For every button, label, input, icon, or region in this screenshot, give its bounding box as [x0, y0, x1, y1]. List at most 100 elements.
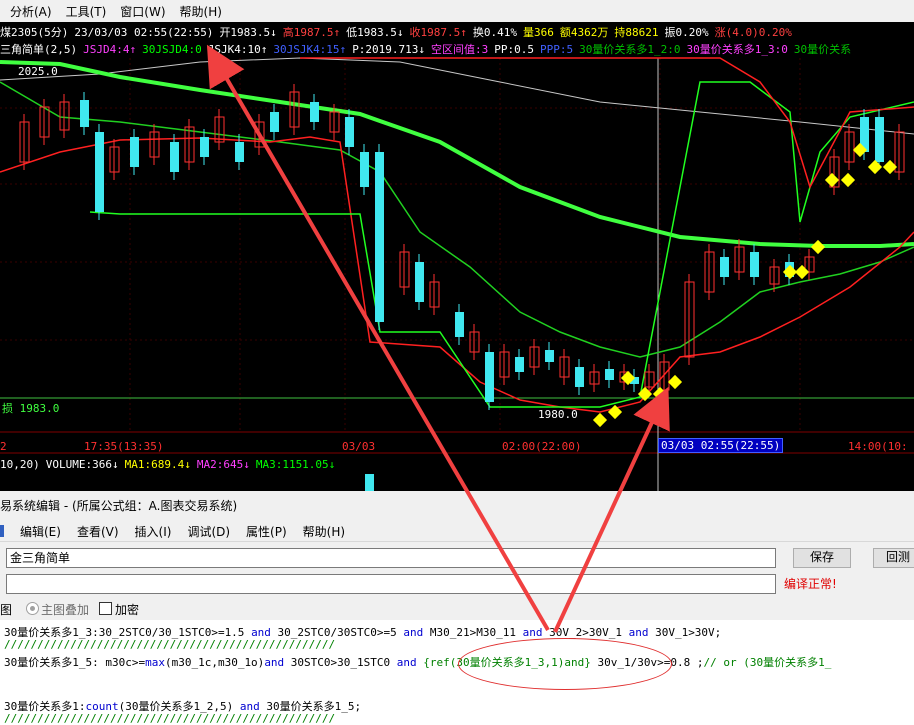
candle-body [200, 137, 209, 157]
backtest-button[interactable]: 回测 [873, 548, 914, 568]
candle-body [720, 257, 729, 277]
encrypt-checkbox[interactable] [99, 602, 112, 615]
compile-status: 编译正常! [784, 577, 837, 591]
diamond-arrow-icon [652, 386, 668, 402]
candle-body [515, 357, 524, 372]
editor-menu-view[interactable]: 查看(V) [77, 523, 119, 540]
candle-body [310, 102, 319, 122]
candle-body [485, 352, 494, 402]
candle-body [545, 350, 554, 362]
menu-help[interactable]: 帮助(H) [180, 3, 222, 20]
volume-field-2: MA1:689.4↓ [124, 458, 191, 471]
price-high-label: 2025.0 [18, 65, 58, 78]
editor-menu-debug[interactable]: 调试(D) [187, 523, 230, 540]
time-tick-5: 14:00(10: [848, 440, 908, 453]
menu-tools[interactable]: 工具(T) [66, 3, 107, 20]
quote-field-11: 涨(4.0)0.20% [714, 26, 792, 39]
volume-field-3: MA2:645↓ [196, 458, 250, 471]
candle-body [605, 369, 614, 380]
candle-body [375, 152, 384, 322]
indicator-field-5: P:2019.713↓ [352, 43, 426, 56]
indicator-field-6: 空区间值:3 [431, 43, 489, 56]
stop-loss-label: 损 1983.0 [2, 402, 60, 415]
quote-field-8: 额4362万 [559, 26, 609, 39]
overlay-radio[interactable] [26, 602, 39, 615]
editor-menu-edit[interactable]: 编辑(E) [20, 523, 61, 540]
formula-name-input[interactable]: 金三角简单 [6, 548, 776, 568]
candle-body [80, 100, 89, 127]
candle-body [270, 112, 279, 132]
code-line-2: ////////////////////////////////////////… [4, 638, 336, 651]
formula-editor: 易系统编辑 - (所属公式组：A.图表交易系统) 编辑(E) 查看(V) 插入(… [0, 491, 914, 725]
candle-body [360, 152, 369, 187]
overlay-radio-label: 主图叠加 [41, 603, 90, 617]
time-tick-1: 17:35(13:35) [84, 440, 164, 453]
candle-body [170, 142, 179, 172]
time-tick-2: 03/03 [342, 440, 376, 453]
quote-info-line: 煤2305(5分) 23/03/03 02:55(22:55) 开1983.5↓ 高1… [0, 24, 798, 40]
indicator-field-7: PP:0.5 [494, 43, 535, 56]
volume-info-line: 10,20) VOLUME:366↓ MA1:689.4↓ MA2:645↓ MA3:1… [0, 458, 341, 471]
menu-window[interactable]: 窗口(W) [120, 3, 165, 20]
volume-field-0: 10,20) [0, 458, 40, 471]
time-tick-3: 02:00(22:00) [502, 440, 582, 453]
code-line-6: ////////////////////////////////////////… [4, 712, 336, 725]
candle-body [345, 117, 354, 147]
time-tick-0: 2 [0, 440, 7, 453]
quote-field-4: 低1983.5↓ [346, 26, 404, 39]
quote-field-7: 量366 [523, 26, 554, 39]
candle-body [130, 137, 139, 167]
upper-red-step [300, 57, 914, 189]
candle-body [235, 142, 244, 162]
editor-menu-property[interactable]: 属性(P) [246, 523, 287, 540]
indicator-field-3: JSJK4:10↑ [207, 43, 268, 56]
time-cursor-label: 03/03 02:55(22:55) [658, 438, 784, 453]
white-ma-line [0, 57, 914, 135]
menu-analysis[interactable]: 分析(A) [10, 3, 52, 20]
volume-field-4: MA3:1151.05↓ [255, 458, 336, 471]
menu-icon [0, 525, 4, 537]
kline-canvas [0, 57, 914, 491]
candle-body [750, 252, 759, 277]
annotation-circle [458, 638, 672, 690]
diamond-arrow-icon [592, 412, 608, 428]
editor-menubar: 编辑(E) 查看(V) 插入(I) 调试(D) 属性(P) 帮助(H) [0, 521, 914, 542]
diamond-arrow-icon [637, 386, 653, 402]
quote-field-10: 振0.20% [664, 26, 709, 39]
diamond-arrow-icon [667, 374, 683, 390]
editor-title: 易系统编辑 - (所属公式组：A.图表交易系统) [0, 499, 238, 513]
main-menubar: 分析(A) 工具(T) 窗口(W) 帮助(H) [0, 0, 914, 23]
indicator-field-0: 三角简单(2,5) [0, 43, 78, 56]
quote-field-1: 23/03/03 02:55(22:55) [74, 26, 214, 39]
red-band [0, 136, 914, 413]
encrypt-label: 加密 [115, 603, 140, 617]
code-line-3: 30量价关系多1_5: m30c>=max(m30_1c,m30_1o)and … [4, 656, 832, 669]
diamond-arrow-icon [867, 159, 883, 175]
quote-field-5: 收1987.5↑ [409, 26, 467, 39]
indicator-field-8: PPP:5 [540, 43, 574, 56]
code-editor[interactable]: 30量价关系多1_3:30_2STC0/30_1STC0>=1.5 and 30… [0, 620, 914, 725]
diamond-arrow-icon [840, 172, 856, 188]
candle-body [95, 132, 104, 212]
candle-body [875, 117, 884, 162]
indicator-field-9: 30量价关系多1_2:0 [579, 43, 681, 56]
radio-dot-icon [30, 606, 35, 611]
left-label: 图 [0, 603, 13, 617]
quote-field-3: 高1987.5↑ [282, 26, 341, 39]
formula-desc-input[interactable] [6, 574, 776, 594]
quote-field-2: 开1983.5↓ [219, 26, 277, 39]
diamond-arrow-icon [810, 239, 826, 255]
volume-bar [365, 474, 374, 491]
quote-field-9: 持88621 [614, 26, 659, 39]
indicator-field-2: 30JSJD4:0 [142, 43, 202, 56]
indicator-field-4: 30JSJK4:15↑ [273, 43, 347, 56]
save-button[interactable]: 保存 [793, 548, 851, 568]
candle-body [415, 262, 424, 302]
editor-menu-help[interactable]: 帮助(H) [303, 523, 345, 540]
volume-field-1: VOLUME:366↓ [45, 458, 119, 471]
candle-body [575, 367, 584, 387]
editor-menu-insert[interactable]: 插入(I) [135, 523, 172, 540]
kline-chart[interactable]: 煤2305(5分) 23/03/03 02:55(22:55) 开1983.5↓ 高1… [0, 22, 914, 491]
indicator-info-line: 三角简单(2,5) JSJD4:4↑ 30JSJD4:0 JSJK4:10↑ 30JSJ… [0, 41, 857, 57]
indicator-field-1: JSJD4:4↑ [83, 43, 137, 56]
